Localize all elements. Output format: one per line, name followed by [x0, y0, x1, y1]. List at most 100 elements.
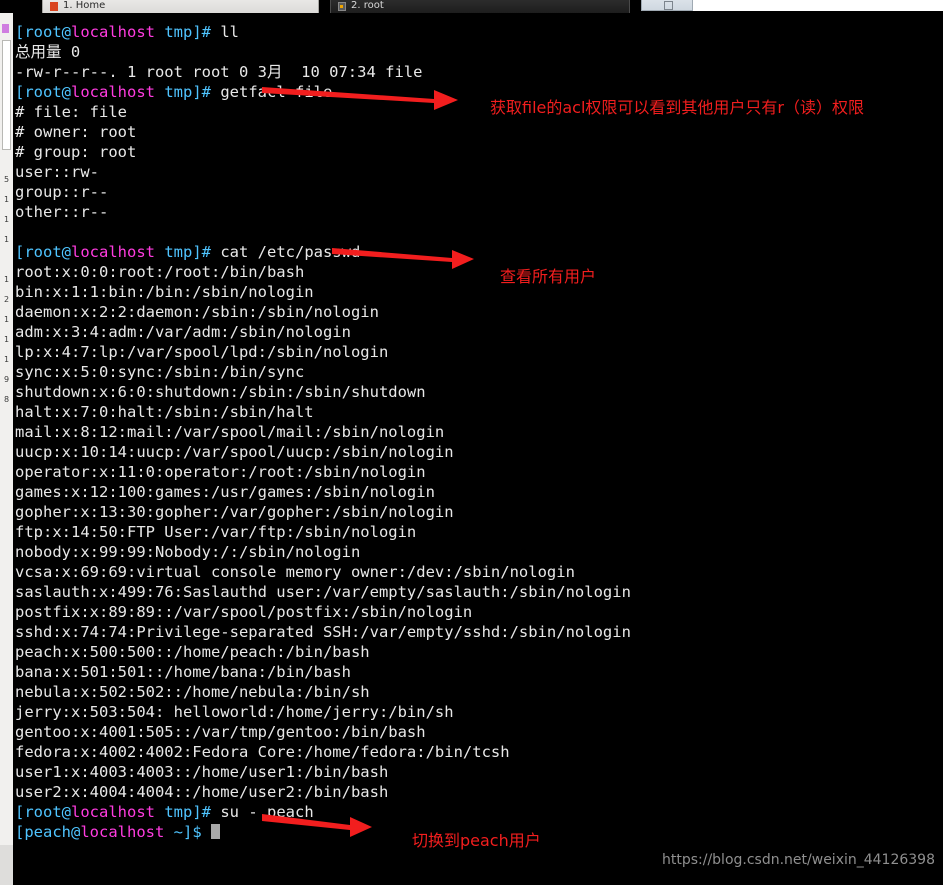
- terminal-text: root:x:0:0:root:/root:/bin/bash: [15, 263, 305, 281]
- terminal-text: group::r--: [15, 183, 109, 201]
- prompt-hostname: localhost: [71, 803, 155, 821]
- annotation-getfacl: 获取file的acl权限可以看到其他用户只有r（读）权限: [490, 98, 864, 117]
- terminal-icon: [338, 2, 346, 11]
- terminal-output-line: nebula:x:502:502::/home/nebula:/bin/sh: [15, 682, 370, 702]
- terminal-output-line: user1:x:4003:4003::/home/user1:/bin/bash: [15, 762, 388, 782]
- terminal-output-line: user::rw-: [15, 162, 99, 182]
- terminal-text: lp:x:4:7:lp:/var/spool/lpd:/sbin/nologin: [15, 343, 389, 361]
- prompt-hostname: localhost: [71, 23, 155, 41]
- terminal-output-line: sshd:x:74:74:Privilege-separated SSH:/va…: [15, 622, 631, 642]
- terminal-text: adm:x:3:4:adm:/var/adm:/sbin/nologin: [15, 323, 351, 341]
- background-window-strip[interactable]: 5 1 1 1 1 2 1 1 1 9 8: [0, 0, 14, 885]
- arrow-to-su-note: [262, 814, 372, 837]
- prompt-path: tmp]#: [155, 243, 221, 261]
- terminal-text: ftp:x:14:50:FTP User:/var/ftp:/sbin/nolo…: [15, 523, 417, 541]
- prompt-path: ~]$: [164, 823, 211, 841]
- tab-1-home[interactable]: 1. Home: [42, 0, 319, 13]
- terminal-text: -rw-r--r--. 1 root root 0 3月 10 07:34 fi…: [15, 63, 423, 81]
- terminal-output-line: # group: root: [15, 142, 136, 162]
- tab-2-root[interactable]: 2. root: [330, 0, 630, 13]
- terminal-text: daemon:x:2:2:daemon:/sbin:/sbin/nologin: [15, 303, 379, 321]
- terminal-text: saslauth:x:499:76:Saslauthd user:/var/em…: [15, 583, 631, 601]
- tab-label: 1. Home: [63, 0, 106, 11]
- tab-label: 2. root: [351, 0, 384, 11]
- terminal-output-line: gentoo:x:4001:505::/var/tmp/gentoo:/bin/…: [15, 722, 426, 742]
- terminal-output-line: root:x:0:0:root:/root:/bin/bash: [15, 262, 304, 282]
- terminal-output-line: uucp:x:10:14:uucp:/var/spool/uucp:/sbin/…: [15, 442, 454, 462]
- terminal-text: gopher:x:13:30:gopher:/var/gopher:/sbin/…: [15, 503, 454, 521]
- terminal-text: user::rw-: [15, 163, 99, 181]
- terminal-text: # file: file: [15, 103, 127, 121]
- prompt-user: [root@: [15, 23, 71, 41]
- terminal-output-line: group::r--: [15, 182, 108, 202]
- terminal-text: user2:x:4004:4004::/home/user2:/bin/bash: [15, 783, 389, 801]
- terminal-output-line: # owner: root: [15, 122, 136, 142]
- terminal-output-line: shutdown:x:6:0:shutdown:/sbin:/sbin/shut…: [15, 382, 426, 402]
- terminal-output[interactable]: [root@localhost tmp]# ll 总用量 0 -rw-r--r--.…: [13, 13, 943, 885]
- terminal-output-line: bana:x:501:501::/home/bana:/bin/bash: [15, 662, 351, 682]
- terminal-text: bin:x:1:1:bin:/bin:/sbin/nologin: [15, 283, 314, 301]
- terminal-text: peach:x:500:500::/home/peach:/bin/bash: [15, 643, 370, 661]
- annotation-cat-passwd: 查看所有用户: [500, 267, 597, 286]
- terminal-text: fedora:x:4002:4002:Fedora Core:/home/fed…: [15, 743, 510, 761]
- terminal-output-line: postfix:x:89:89::/var/spool/postfix:/sbi…: [15, 602, 472, 622]
- terminal-text: 总用量 0: [15, 43, 81, 61]
- tab-bar-filler: [693, 0, 943, 11]
- terminal-text: shutdown:x:6:0:shutdown:/sbin:/sbin/shut…: [15, 383, 426, 401]
- prompt-hostname: localhost: [71, 243, 155, 261]
- terminal-prompt-line: [peach@localhost ~]$: [15, 822, 220, 842]
- terminal-text: sync:x:5:0:sync:/sbin:/bin/sync: [15, 363, 305, 381]
- terminal-output-line: daemon:x:2:2:daemon:/sbin:/sbin/nologin: [15, 302, 379, 322]
- terminal-output-line: jerry:x:503:504: helloworld:/home/jerry:…: [15, 702, 454, 722]
- terminal-prompt-line: [root@localhost tmp]# cat /etc/passwd: [15, 242, 360, 262]
- terminal-output-line: ftp:x:14:50:FTP User:/var/ftp:/sbin/nolo…: [15, 522, 416, 542]
- terminal-output-line: fedora:x:4002:4002:Fedora Core:/home/fed…: [15, 742, 510, 762]
- new-tab-button[interactable]: [641, 0, 693, 11]
- prompt-user: [root@: [15, 243, 71, 261]
- terminal-output-line: # file: file: [15, 102, 127, 122]
- terminal-cursor: [211, 824, 220, 839]
- terminal-text: halt:x:7:0:halt:/sbin:/sbin/halt: [15, 403, 314, 421]
- terminal-output-line: sync:x:5:0:sync:/sbin:/bin/sync: [15, 362, 304, 382]
- terminal-output-line: adm:x:3:4:adm:/var/adm:/sbin/nologin: [15, 322, 351, 342]
- terminal-output-line: peach:x:500:500::/home/peach:/bin/bash: [15, 642, 370, 662]
- folder-icon: [50, 2, 58, 11]
- prompt-user: [root@: [15, 803, 71, 821]
- terminal-output-line: lp:x:4:7:lp:/var/spool/lpd:/sbin/nologin: [15, 342, 388, 362]
- terminal-tab-bar: 1. Home 2. root: [0, 0, 943, 13]
- terminal-output-line: user2:x:4004:4004::/home/user2:/bin/bash: [15, 782, 388, 802]
- prompt-user: [peach@: [15, 823, 81, 841]
- terminal-output-line: other::r--: [15, 202, 108, 222]
- terminal-text: nobody:x:99:99:Nobody:/:/sbin/nologin: [15, 543, 361, 561]
- terminal-text: user1:x:4003:4003::/home/user1:/bin/bash: [15, 763, 389, 781]
- terminal-output-line: nobody:x:99:99:Nobody:/:/sbin/nologin: [15, 542, 360, 562]
- annotation-su-peach: 切换到peach用户: [412, 831, 541, 850]
- terminal-text: operator:x:11:0:operator:/root:/sbin/nol…: [15, 463, 426, 481]
- terminal-output-line: mail:x:8:12:mail:/var/spool/mail:/sbin/n…: [15, 422, 444, 442]
- watermark: https://blog.csdn.net/weixin_44126398: [661, 852, 935, 868]
- terminal-text: uucp:x:10:14:uucp:/var/spool/uucp:/sbin/…: [15, 443, 454, 461]
- arrow-to-passwd-note: [332, 248, 474, 269]
- terminal-text: # owner: root: [15, 123, 137, 141]
- terminal-prompt-line: [root@localhost tmp]# ll: [15, 22, 239, 42]
- terminal-command: ll: [220, 23, 239, 41]
- prompt-path: tmp]#: [155, 803, 221, 821]
- terminal-text: vcsa:x:69:69:virtual console memory owne…: [15, 563, 575, 581]
- prompt-user: [root@: [15, 83, 71, 101]
- terminal-text: postfix:x:89:89::/var/spool/postfix:/sbi…: [15, 603, 473, 621]
- background-window-panel: [2, 40, 11, 150]
- background-window-line-numbers: 5 1 1 1 1 2 1 1 1 9 8: [3, 175, 10, 404]
- terminal-text: bana:x:501:501::/home/bana:/bin/bash: [15, 663, 351, 681]
- terminal-output-line: bin:x:1:1:bin:/bin:/sbin/nologin: [15, 282, 314, 302]
- terminal-text: mail:x:8:12:mail:/var/spool/mail:/sbin/n…: [15, 423, 445, 441]
- prompt-hostname: localhost: [71, 83, 155, 101]
- terminal-output-line: -rw-r--r--. 1 root root 0 3月 10 07:34 fi…: [15, 62, 422, 82]
- terminal-output-line: games:x:12:100:games:/usr/games:/sbin/no…: [15, 482, 435, 502]
- prompt-path: tmp]#: [155, 83, 221, 101]
- terminal-text: sshd:x:74:74:Privilege-separated SSH:/va…: [15, 623, 631, 641]
- terminal-text: # group: root: [15, 143, 137, 161]
- arrow-to-getfacl-note: [262, 87, 458, 110]
- terminal-output-line: gopher:x:13:30:gopher:/var/gopher:/sbin/…: [15, 502, 454, 522]
- terminal-output-line: 总用量 0: [15, 42, 80, 62]
- prompt-hostname: localhost: [80, 823, 165, 841]
